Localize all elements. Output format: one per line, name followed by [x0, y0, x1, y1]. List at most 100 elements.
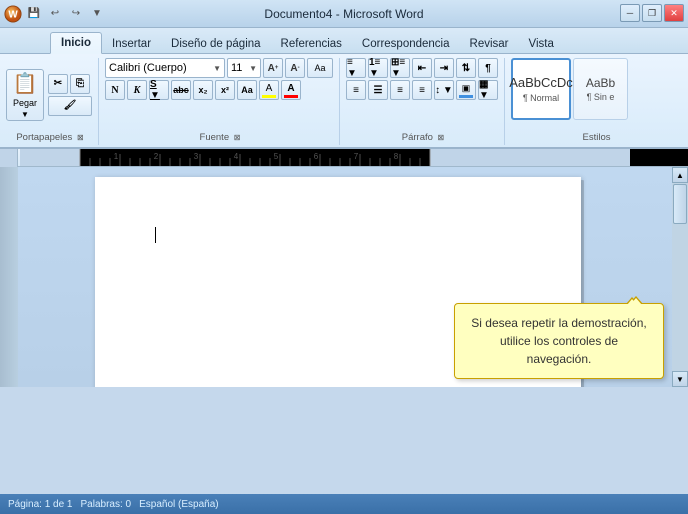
tab-diseno[interactable]: Diseño de página: [161, 34, 271, 53]
align-center-btn[interactable]: ☰: [368, 80, 388, 100]
cut-button[interactable]: ✂: [48, 74, 68, 94]
para-row-2: ≡ ☰ ≡ ≡ ↕ ▼ ▣ ▦ ▼: [346, 80, 498, 100]
group-font: Calibri (Cuerpo) ▼ 11 ▼ A+ A- Aa N K S ▼…: [101, 58, 340, 145]
font-family-selector[interactable]: Calibri (Cuerpo) ▼: [105, 58, 225, 78]
copy-button[interactable]: ⎘: [70, 74, 90, 94]
vertical-scrollbar[interactable]: ▲ ▼: [672, 167, 688, 387]
qa-dropdown-btn[interactable]: ▼: [88, 5, 106, 23]
italic-button[interactable]: K: [127, 80, 147, 100]
redo-quick-btn[interactable]: ↪: [67, 5, 85, 23]
paste-button[interactable]: 📋 Pegar ▼: [6, 69, 44, 121]
change-case-button[interactable]: Aa: [237, 80, 257, 100]
justify-btn[interactable]: ≡: [412, 80, 432, 100]
paste-icon: 📋: [13, 71, 38, 96]
svg-text:6: 6: [314, 152, 319, 161]
clear-format-btn[interactable]: Aa: [307, 58, 333, 78]
strikethrough-button[interactable]: abc: [171, 80, 191, 100]
paragraph-label: Párrafo ⊠: [342, 132, 504, 143]
group-clipboard: 📋 Pegar ▼ ✂ ⎘ 🖌 Portapapeles ⊠: [2, 58, 99, 145]
align-left-btn[interactable]: ≡: [346, 80, 366, 100]
window-controls: ─ ❐ ✕: [620, 4, 684, 22]
decrease-font-btn[interactable]: A-: [285, 58, 305, 78]
tab-revisar[interactable]: Revisar: [460, 34, 519, 53]
font-label: Fuente ⊠: [101, 132, 339, 143]
svg-text:1: 1: [114, 152, 119, 161]
clipboard-expand[interactable]: ⊠: [77, 133, 84, 142]
svg-text:W: W: [8, 9, 18, 20]
bold-button[interactable]: N: [105, 80, 125, 100]
font-size-selector[interactable]: 11 ▼: [227, 58, 261, 78]
tooltip-text: Si desea repetir la demostración, utilic…: [471, 316, 646, 366]
bullets-btn[interactable]: ≡ ▼: [346, 58, 366, 78]
font-color-button[interactable]: A: [281, 80, 301, 100]
tab-vista[interactable]: Vista: [519, 34, 564, 53]
save-quick-btn[interactable]: 💾: [25, 5, 43, 23]
font-family-dropdown-arrow: ▼: [213, 64, 221, 73]
paragraph-expand[interactable]: ⊠: [438, 133, 445, 142]
undo-quick-btn[interactable]: ↩: [46, 5, 64, 23]
style-sin-button[interactable]: AaBb ¶ Sin e: [573, 58, 628, 120]
svg-text:3: 3: [194, 152, 199, 161]
style-normal-preview: AaBbCcDc: [509, 75, 573, 91]
numbering-btn[interactable]: 1≡ ▼: [368, 58, 388, 78]
style-sin-preview: AaBb: [586, 76, 615, 90]
ribbon-tabs: Inicio Insertar Diseño de página Referen…: [0, 28, 688, 54]
minimize-button[interactable]: ─: [620, 4, 640, 22]
para-row-1: ≡ ▼ 1≡ ▼ ⊞≡ ▼ ⇤ ⇥ ⇅ ¶: [346, 58, 498, 78]
increase-font-btn[interactable]: A+: [263, 58, 283, 78]
office-icon[interactable]: W: [4, 5, 22, 23]
title-bar: W 💾 ↩ ↪ ▼ Documento4 - Microsoft Word ─ …: [0, 0, 688, 28]
svg-text:7: 7: [354, 152, 359, 161]
ribbon: 📋 Pegar ▼ ✂ ⎘ 🖌 Portapapeles ⊠: [0, 54, 688, 149]
font-row-1: Calibri (Cuerpo) ▼ 11 ▼ A+ A- Aa: [105, 58, 333, 78]
svg-text:8: 8: [394, 152, 399, 161]
tab-inicio[interactable]: Inicio: [50, 32, 102, 54]
page-container[interactable]: Si desea repetir la demostración, utilic…: [18, 167, 672, 387]
tab-insertar[interactable]: Insertar: [102, 34, 161, 53]
highlight-button[interactable]: A: [259, 80, 279, 100]
font-size-dropdown-arrow: ▼: [249, 64, 257, 73]
subscript-button[interactable]: x₂: [193, 80, 213, 100]
borders-btn[interactable]: ▦ ▼: [478, 80, 498, 100]
shading-btn[interactable]: ▣: [456, 80, 476, 100]
show-marks-btn[interactable]: ¶: [478, 58, 498, 78]
scroll-thumb[interactable]: [673, 184, 687, 224]
quick-access-toolbar: W 💾 ↩ ↪ ▼: [4, 5, 106, 23]
words-status: Palabras: 0: [81, 499, 132, 510]
tab-correspondencia[interactable]: Correspondencia: [352, 34, 460, 53]
font-expand[interactable]: ⊠: [234, 133, 241, 142]
group-styles: AaBbCcDc ¶ Normal AaBb ¶ Sin e Estilos: [507, 58, 686, 145]
style-normal-button[interactable]: AaBbCcDc ¶ Normal: [511, 58, 571, 120]
clipboard-label: Portapapeles ⊠: [2, 132, 98, 143]
sort-btn[interactable]: ⇅: [456, 58, 476, 78]
close-button[interactable]: ✕: [664, 4, 684, 22]
increase-indent-btn[interactable]: ⇥: [434, 58, 454, 78]
underline-button[interactable]: S ▼: [149, 80, 169, 100]
language-status: Español (España): [139, 499, 219, 510]
style-sin-label: ¶ Sin e: [587, 92, 615, 102]
window-title: Documento4 - Microsoft Word: [264, 7, 423, 21]
ruler-corner[interactable]: [0, 149, 18, 167]
scroll-up-btn[interactable]: ▲: [672, 167, 688, 183]
scroll-down-btn[interactable]: ▼: [672, 371, 688, 387]
line-spacing-btn[interactable]: ↕ ▼: [434, 80, 454, 100]
decrease-indent-btn[interactable]: ⇤: [412, 58, 432, 78]
tooltip: Si desea repetir la demostración, utilic…: [454, 303, 664, 379]
style-normal-label: ¶ Normal: [523, 93, 559, 103]
format-painter-button[interactable]: 🖌: [48, 96, 92, 116]
text-cursor: [155, 227, 156, 243]
svg-text:5: 5: [274, 152, 279, 161]
align-right-btn[interactable]: ≡: [390, 80, 410, 100]
paste-dropdown[interactable]: ▼: [21, 110, 29, 119]
styles-label: Estilos: [507, 132, 686, 143]
multilevel-btn[interactable]: ⊞≡ ▼: [390, 58, 410, 78]
svg-text:2: 2: [154, 152, 159, 161]
font-row-2: N K S ▼ abc x₂ x² Aa A A: [105, 80, 301, 100]
horizontal-ruler: 1 2 3 4 5 6 7 8: [18, 149, 688, 166]
group-paragraph: ≡ ▼ 1≡ ▼ ⊞≡ ▼ ⇤ ⇥ ⇅ ¶ ≡ ☰ ≡ ≡ ↕ ▼ ▣ ▦ ▼: [342, 58, 505, 145]
tab-referencias[interactable]: Referencias: [271, 34, 352, 53]
restore-button[interactable]: ❐: [642, 4, 662, 22]
page-status: Página: 1 de 1: [8, 499, 73, 510]
superscript-button[interactable]: x²: [215, 80, 235, 100]
left-ruler-area: [0, 167, 18, 387]
